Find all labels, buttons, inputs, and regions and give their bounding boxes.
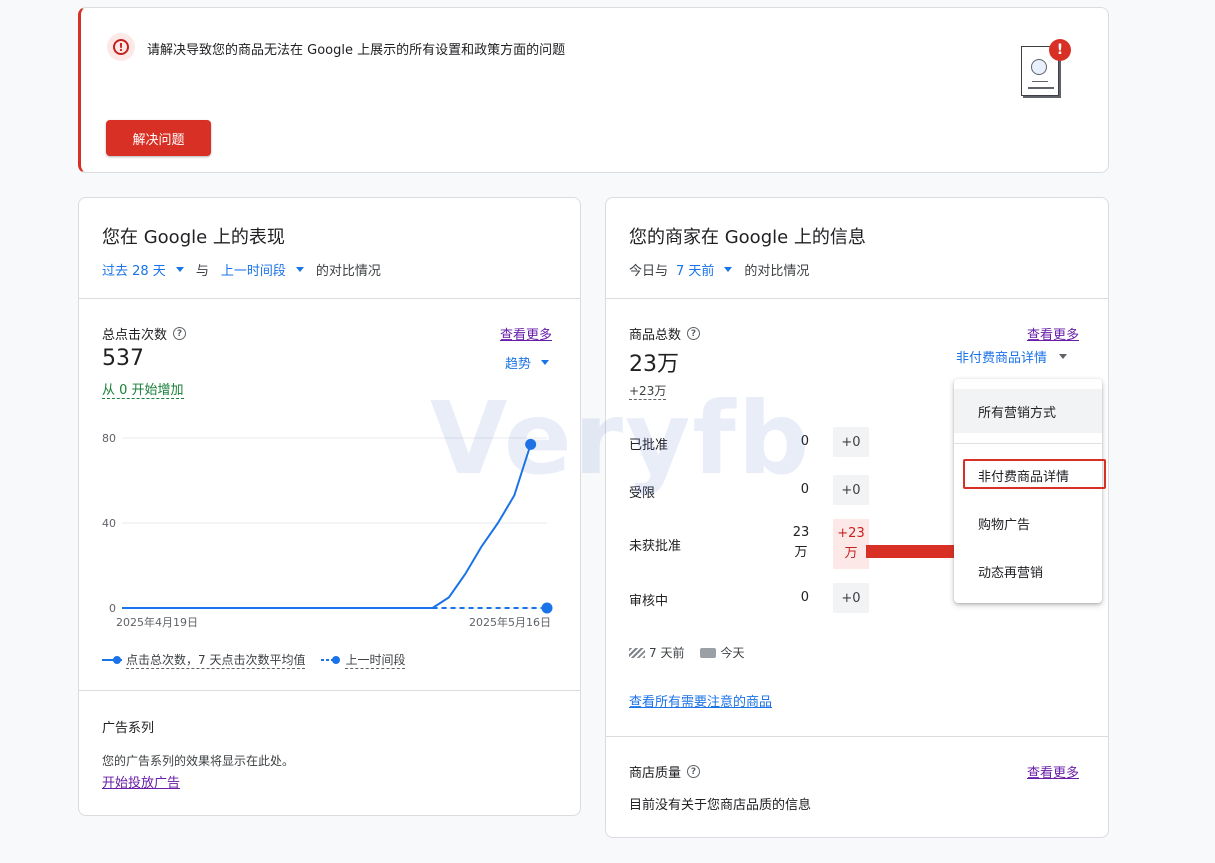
status-delta: +0 <box>833 427 869 457</box>
status-name: 未获批准 <box>629 539 682 554</box>
series-current-line <box>122 444 532 609</box>
store-quality-desc: 目前没有关于您商店品质的信息 <box>629 798 812 813</box>
disapproved-bar <box>866 545 966 558</box>
status-delta: +23 万 <box>833 519 869 569</box>
status-delta: +0 <box>833 583 869 613</box>
divider <box>606 298 1108 299</box>
status-name: 已批准 <box>629 438 669 453</box>
chevron-down-icon[interactable] <box>295 267 304 272</box>
chevron-down-icon[interactable] <box>175 267 184 272</box>
chevron-down-icon[interactable] <box>724 267 733 272</box>
help-icon[interactable]: ? <box>173 327 187 340</box>
store-quality-label: 商店质量 ? <box>629 762 701 781</box>
highlight-box <box>963 459 1106 489</box>
chevron-down-icon <box>1059 354 1068 359</box>
status-value: 23 万 <box>792 525 810 560</box>
status-row-pending[interactable]: 审核中 0 +0 <box>629 583 869 613</box>
period-dropdown[interactable]: 过去 28 天 <box>102 260 166 279</box>
solid-swatch <box>700 647 717 658</box>
warning-badge: ! <box>1049 39 1071 61</box>
total-products-label: 商品总数 ? <box>629 324 701 343</box>
compare-suffix: 的对比情况 <box>315 264 381 279</box>
menu-item-all[interactable]: 所有营销方式 <box>954 389 1102 433</box>
x-tick-label: 2025年5月16日 <box>469 615 551 629</box>
performance-card: 您在 Google 上的表现 过去 28 天 与 上一时间段 的对比情况 总点击… <box>78 197 581 816</box>
campaigns-title: 广告系列 <box>102 721 155 736</box>
total-clicks-value: 537 <box>102 346 144 371</box>
trend-dropdown[interactable]: 趋势 <box>505 353 550 372</box>
help-icon[interactable]: ? <box>687 327 701 340</box>
increase-note[interactable]: 从 0 开始增加 <box>102 379 184 399</box>
total-clicks-label: 总点击次数 ? <box>102 324 187 343</box>
divider <box>79 298 580 299</box>
compare-days-dropdown[interactable]: 7 天前 <box>676 260 714 279</box>
menu-item-shopping-ads[interactable]: 购物广告 <box>954 501 1102 545</box>
clicks-chart: 80 40 02025年4月19日 2025年5月16日 <box>102 432 553 629</box>
legend-previous[interactable]: 上一时间段 <box>345 651 406 669</box>
chevron-down-icon <box>541 360 550 365</box>
alert-card: ! 请解决导致您的商品无法在 Google 上展示的所有设置和政策方面的问题 解… <box>78 7 1109 173</box>
status-value: 0 <box>800 434 809 449</box>
status-row-disapproved[interactable]: 未获批准 23 万 +23 万 <box>629 519 869 569</box>
quality-see-more-link[interactable]: 查看更多 <box>1027 762 1079 781</box>
with-label: 与 <box>195 264 209 279</box>
x-tick-label: 2025年4月19日 <box>116 615 198 629</box>
status-row-approved[interactable]: 已批准 0 +0 <box>629 427 869 457</box>
performance-compare-row: 过去 28 天 与 上一时间段 的对比情况 <box>102 260 381 279</box>
channel-menu: 所有营销方式 非付费商品详情 购物广告 动态再营销 <box>954 379 1106 603</box>
see-more-link[interactable]: 查看更多 <box>500 324 552 343</box>
status-name: 受限 <box>629 486 656 501</box>
total-products-text: 商品总数 <box>629 328 682 343</box>
status-legend: 7 天前 今天 <box>629 644 744 661</box>
compare-suffix: 的对比情况 <box>744 264 810 279</box>
store-quality-text: 商店质量 <box>629 766 682 781</box>
legend-current[interactable]: 点击总次数，7 天点击次数平均值 <box>126 651 306 669</box>
merchant-title: 您的商家在 Google 上的信息 <box>629 227 866 248</box>
divider <box>606 736 1108 737</box>
chart-legend: 点击总次数，7 天点击次数平均值 上一时间段 <box>102 651 406 669</box>
y-tick-label: 80 <box>102 432 116 445</box>
merchant-compare-row: 今日与 7 天前 的对比情况 <box>629 260 809 279</box>
start-ads-link[interactable]: 开始投放广告 <box>102 772 180 791</box>
see-more-link[interactable]: 查看更多 <box>1027 324 1079 343</box>
performance-title: 您在 Google 上的表现 <box>102 227 285 248</box>
total-products-value: 23万 <box>629 352 679 377</box>
status-row-limited[interactable]: 受限 0 +0 <box>629 475 869 505</box>
status-value: 0 <box>800 590 809 605</box>
total-clicks-text: 总点击次数 <box>102 328 168 343</box>
channel-dropdown-label: 非付费商品详情 <box>956 351 1048 366</box>
today-label: 今日与 <box>629 264 669 279</box>
peak-point[interactable] <box>525 438 537 450</box>
legend-past: 7 天前 <box>649 646 685 660</box>
end-point[interactable] <box>541 602 553 614</box>
menu-item-dynamic-remarketing[interactable]: 动态再营销 <box>954 549 1102 593</box>
alert-message: 请解决导致您的商品无法在 Google 上展示的所有设置和政策方面的问题 <box>147 43 566 58</box>
compare-period-dropdown[interactable]: 上一时间段 <box>221 260 286 279</box>
campaigns-description: 您的广告系列的效果将显示在此处。 <box>102 754 295 768</box>
trend-label: 趋势 <box>505 357 532 372</box>
legend-dashed-marker <box>321 656 342 664</box>
menu-separator <box>954 443 1102 444</box>
legend-solid-marker <box>102 656 122 664</box>
status-delta: +0 <box>833 475 869 505</box>
status-value: 0 <box>800 482 809 497</box>
help-icon[interactable]: ? <box>687 765 701 778</box>
hatch-swatch <box>629 647 645 658</box>
error-icon: ! <box>107 33 135 61</box>
legend-today: 今天 <box>720 646 745 660</box>
divider <box>79 690 580 691</box>
y-tick-label: 0 <box>109 602 116 615</box>
status-name: 审核中 <box>629 594 669 609</box>
view-attention-products-link[interactable]: 查看所有需要注意的商品 <box>629 691 772 710</box>
channel-dropdown[interactable]: 非付费商品详情 <box>956 347 1068 366</box>
y-tick-label: 40 <box>102 517 116 530</box>
fix-issues-button[interactable]: 解决问题 <box>106 120 211 156</box>
products-delta[interactable]: +23万 <box>629 382 667 400</box>
